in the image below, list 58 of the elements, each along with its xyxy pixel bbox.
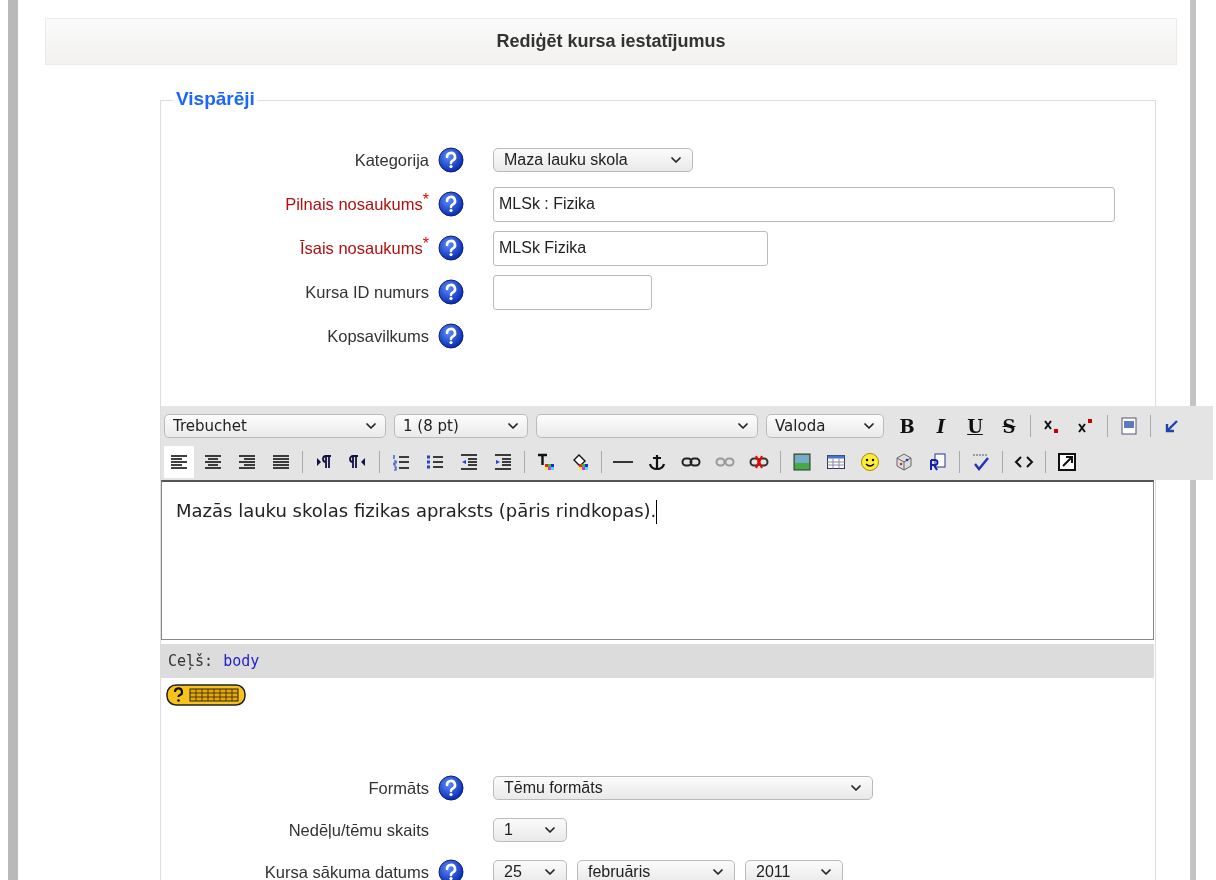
spellcheck-icon — [971, 452, 991, 472]
dropdown[interactable]: 25 — [493, 860, 567, 880]
text-field[interactable] — [493, 274, 652, 310]
editor-text: Mazās lauku skolas fizikas apraksts (pāris rindkopas). — [176, 500, 658, 521]
dropdown[interactable]: Tēmu formāts — [493, 776, 873, 800]
help-icon[interactable] — [438, 279, 464, 305]
toolbar-dropdown[interactable]: Trebuchet — [164, 414, 386, 438]
path-label: Ceļš: — [168, 652, 214, 670]
horizontal-rule-icon — [613, 461, 633, 463]
align-justify-icon — [271, 452, 291, 472]
dropdown[interactable]: Maza lauku skola — [493, 148, 693, 172]
fullscreen-icon — [1057, 452, 1077, 472]
toolbar-dropdown[interactable]: Valoda — [766, 414, 884, 438]
field-label: Īsais nosaukums — [299, 238, 423, 258]
help-icon[interactable] — [438, 147, 464, 173]
numbered-list-icon — [391, 452, 411, 472]
required-mark: * — [422, 190, 429, 209]
help-icon[interactable] — [438, 323, 464, 349]
indent-icon — [493, 452, 513, 472]
path-link[interactable]: body — [223, 652, 260, 670]
table-icon — [826, 452, 846, 472]
text-field[interactable]: MLSk Fizika — [493, 230, 768, 266]
field-label: Formāts — [368, 778, 429, 798]
help-icon[interactable] — [438, 191, 464, 217]
field-label: Kopsavilkums — [327, 326, 429, 346]
dropdown[interactable]: 2011 — [745, 860, 843, 880]
field-label: Nedēļu/tēmu skaits — [288, 820, 429, 840]
image-icon — [792, 452, 812, 472]
help-icon[interactable] — [438, 235, 464, 261]
toolbar-dropdown[interactable]: 1 (8 pt) — [394, 414, 528, 438]
editor-area[interactable]: Mazās lauku skolas fizikas apraksts (pāris rindkopas). — [161, 480, 1154, 640]
smiley-icon — [860, 452, 880, 472]
field-label: Pilnais nosaukums — [285, 194, 423, 214]
find-replace-icon — [928, 452, 948, 472]
help-icon[interactable] — [438, 775, 464, 801]
dropdown[interactable]: februāris — [577, 860, 735, 880]
anchor-icon — [647, 452, 667, 472]
toolbar-button[interactable] — [164, 446, 194, 478]
required-mark: * — [422, 234, 429, 253]
outdent-icon — [459, 452, 479, 472]
format-button[interactable]: U — [960, 410, 990, 442]
text-field[interactable]: MLSk : Fizika — [493, 186, 1115, 222]
format-button[interactable]: B — [892, 410, 922, 442]
align-center-icon — [203, 452, 223, 472]
field-label: Kategorija — [354, 150, 429, 170]
help-icon[interactable] — [438, 859, 464, 880]
align-right-icon — [237, 452, 257, 472]
format-button[interactable]: S — [994, 410, 1024, 442]
keyboard-help-icon — [166, 684, 246, 706]
format-button[interactable]: I — [926, 410, 956, 442]
align-left-icon — [169, 452, 189, 472]
cube-icon — [894, 452, 914, 472]
field-label: Kursa sākuma datums — [264, 862, 429, 880]
text-color-icon — [536, 452, 556, 472]
field-label: Kursa ID numurs — [305, 282, 429, 302]
page-title: Rediģēt kursa iestatījumus — [496, 31, 726, 52]
dropdown[interactable]: 1 — [493, 818, 567, 842]
keyboard-help-button[interactable] — [166, 684, 246, 709]
